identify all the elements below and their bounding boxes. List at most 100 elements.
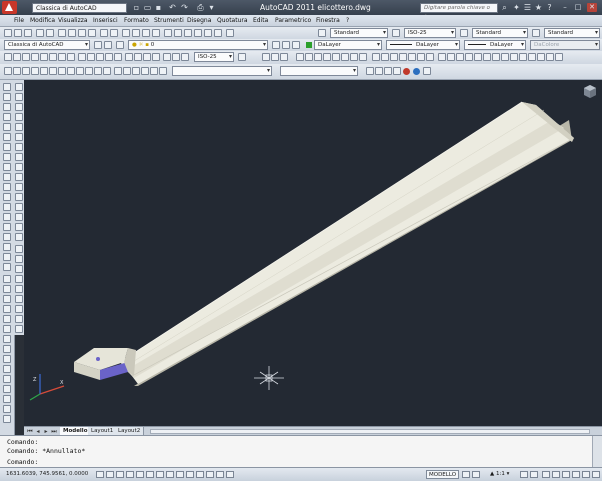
pyramid-icon[interactable] xyxy=(426,53,434,61)
presspull-icon[interactable] xyxy=(447,53,455,61)
osnap-center-icon[interactable] xyxy=(15,275,23,283)
ucs-zaxis-icon[interactable] xyxy=(67,67,75,75)
visual-styles-manager-icon[interactable] xyxy=(159,67,167,75)
ucs-view-icon[interactable] xyxy=(49,67,57,75)
paste-icon[interactable] xyxy=(78,29,86,37)
mirror-icon[interactable] xyxy=(3,305,11,313)
add-selected-icon[interactable] xyxy=(3,275,11,283)
sheet-set-icon[interactable] xyxy=(194,29,202,37)
hardware-acceleration-icon[interactable] xyxy=(562,471,570,478)
polar-tracking-icon[interactable] xyxy=(136,471,144,478)
dim-edit-icon[interactable] xyxy=(163,53,171,61)
region-icon[interactable] xyxy=(3,243,11,251)
view-back-icon[interactable] xyxy=(341,53,349,61)
pan-icon[interactable] xyxy=(122,29,130,37)
make-block-icon[interactable] xyxy=(3,203,11,211)
3d-hidden-icon[interactable] xyxy=(132,67,140,75)
view-bottom-icon[interactable] xyxy=(305,53,313,61)
trim-icon[interactable] xyxy=(3,375,11,383)
close-button[interactable]: ✕ xyxy=(587,3,597,12)
layer-properties-icon[interactable] xyxy=(116,41,124,49)
ucs-z-icon[interactable] xyxy=(103,67,111,75)
join2-icon[interactable] xyxy=(15,203,23,211)
model-space-button[interactable]: MODELLO xyxy=(426,470,460,479)
cone-icon[interactable] xyxy=(399,53,407,61)
baseline-dim-icon[interactable] xyxy=(87,53,95,61)
quick-view-layouts-icon[interactable] xyxy=(462,471,470,478)
copy-icon[interactable] xyxy=(68,29,76,37)
named-views-dropdown[interactable] xyxy=(280,66,358,76)
osnap-perpendicular-icon[interactable] xyxy=(15,305,23,313)
workspace-settings-icon[interactable] xyxy=(94,41,102,49)
dim-style-dropdown[interactable]: ISO-25 xyxy=(404,28,456,38)
status-tray-settings-icon[interactable] xyxy=(582,471,590,478)
spline-icon[interactable] xyxy=(3,163,11,171)
3d-align-icon[interactable] xyxy=(546,53,554,61)
stretch-icon[interactable] xyxy=(3,365,11,373)
calculator-icon[interactable] xyxy=(214,29,222,37)
quick-dim-icon[interactable] xyxy=(78,53,86,61)
ucs-3point-icon[interactable] xyxy=(76,67,84,75)
render-settings-icon[interactable] xyxy=(423,67,431,75)
extrude-icon[interactable] xyxy=(438,53,446,61)
aligned-dim-icon[interactable] xyxy=(13,53,21,61)
scale2-icon[interactable] xyxy=(15,153,23,161)
intersect-icon[interactable] xyxy=(501,53,509,61)
menu-formato[interactable]: Formato xyxy=(124,15,149,26)
move-icon[interactable] xyxy=(3,335,11,343)
view-left-icon[interactable] xyxy=(314,53,322,61)
ortho-mode-icon[interactable] xyxy=(126,471,134,478)
point-icon[interactable] xyxy=(3,213,11,221)
menu-help[interactable]: ? xyxy=(346,15,349,26)
dynamic-ucs-icon[interactable] xyxy=(176,471,184,478)
selection-cycling-icon[interactable] xyxy=(226,471,234,478)
explode-icon[interactable] xyxy=(15,233,23,241)
arc-length-icon[interactable] xyxy=(22,53,30,61)
open-file-icon[interactable]: ▭ xyxy=(143,3,152,12)
dim-break-icon[interactable] xyxy=(114,53,122,61)
environment-icon[interactable] xyxy=(413,68,420,75)
horizontal-scrollbar[interactable] xyxy=(150,429,590,434)
extend-icon[interactable] xyxy=(3,385,11,393)
save-workspace-icon[interactable] xyxy=(104,41,112,49)
help-icon[interactable] xyxy=(226,29,234,37)
minimize-button[interactable]: – xyxy=(560,3,570,12)
command-input[interactable]: Comando: xyxy=(7,458,38,466)
angular-dim-icon[interactable] xyxy=(67,53,75,61)
menu-disegna[interactable]: Disegna xyxy=(187,15,211,26)
new-file-icon[interactable]: ▫ xyxy=(132,3,141,12)
se-iso-icon[interactable] xyxy=(359,53,367,61)
mleader-style-dropdown[interactable]: Standard xyxy=(544,28,600,38)
box-icon[interactable] xyxy=(372,53,380,61)
continue-dim-icon[interactable] xyxy=(96,53,104,61)
coordinate-readout[interactable]: 1631.6039, 745.9561, 0.0000 xyxy=(6,470,88,479)
hatch-icon[interactable] xyxy=(3,223,11,231)
slice-icon[interactable] xyxy=(510,53,518,61)
object-snap-icon[interactable] xyxy=(146,471,154,478)
move2-icon[interactable] xyxy=(15,133,23,141)
dim-style-control[interactable]: ISO-25 xyxy=(194,52,234,62)
dim-update-icon[interactable] xyxy=(181,53,189,61)
plot-icon[interactable]: ⎙ xyxy=(196,3,205,12)
print-icon[interactable] xyxy=(36,29,44,37)
line-icon[interactable] xyxy=(3,83,11,91)
osnap-endpoint-icon[interactable] xyxy=(15,245,23,253)
sw-iso-icon[interactable] xyxy=(350,53,358,61)
table-icon[interactable] xyxy=(3,253,11,261)
help-icon[interactable]: ? xyxy=(545,3,554,12)
multiline-text-icon[interactable] xyxy=(3,263,11,271)
osnap-quadrant-icon[interactable] xyxy=(15,285,23,293)
offset2-icon[interactable] xyxy=(15,113,23,121)
radius-dim-icon[interactable] xyxy=(40,53,48,61)
dim-space-icon[interactable] xyxy=(105,53,113,61)
menu-modifica[interactable]: Modifica xyxy=(30,15,55,26)
menu-inserisci[interactable]: Inserisci xyxy=(93,15,118,26)
osnap-tangent-icon[interactable] xyxy=(15,295,23,303)
menu-finestra[interactable]: Finestra xyxy=(316,15,340,26)
3d-move-icon[interactable] xyxy=(528,53,536,61)
subtract-icon[interactable] xyxy=(492,53,500,61)
diameter-dim-icon[interactable] xyxy=(58,53,66,61)
match-properties-icon[interactable] xyxy=(88,29,96,37)
linetype-dropdown[interactable]: DaLayer xyxy=(386,40,460,50)
tool-palettes-icon[interactable] xyxy=(184,29,192,37)
